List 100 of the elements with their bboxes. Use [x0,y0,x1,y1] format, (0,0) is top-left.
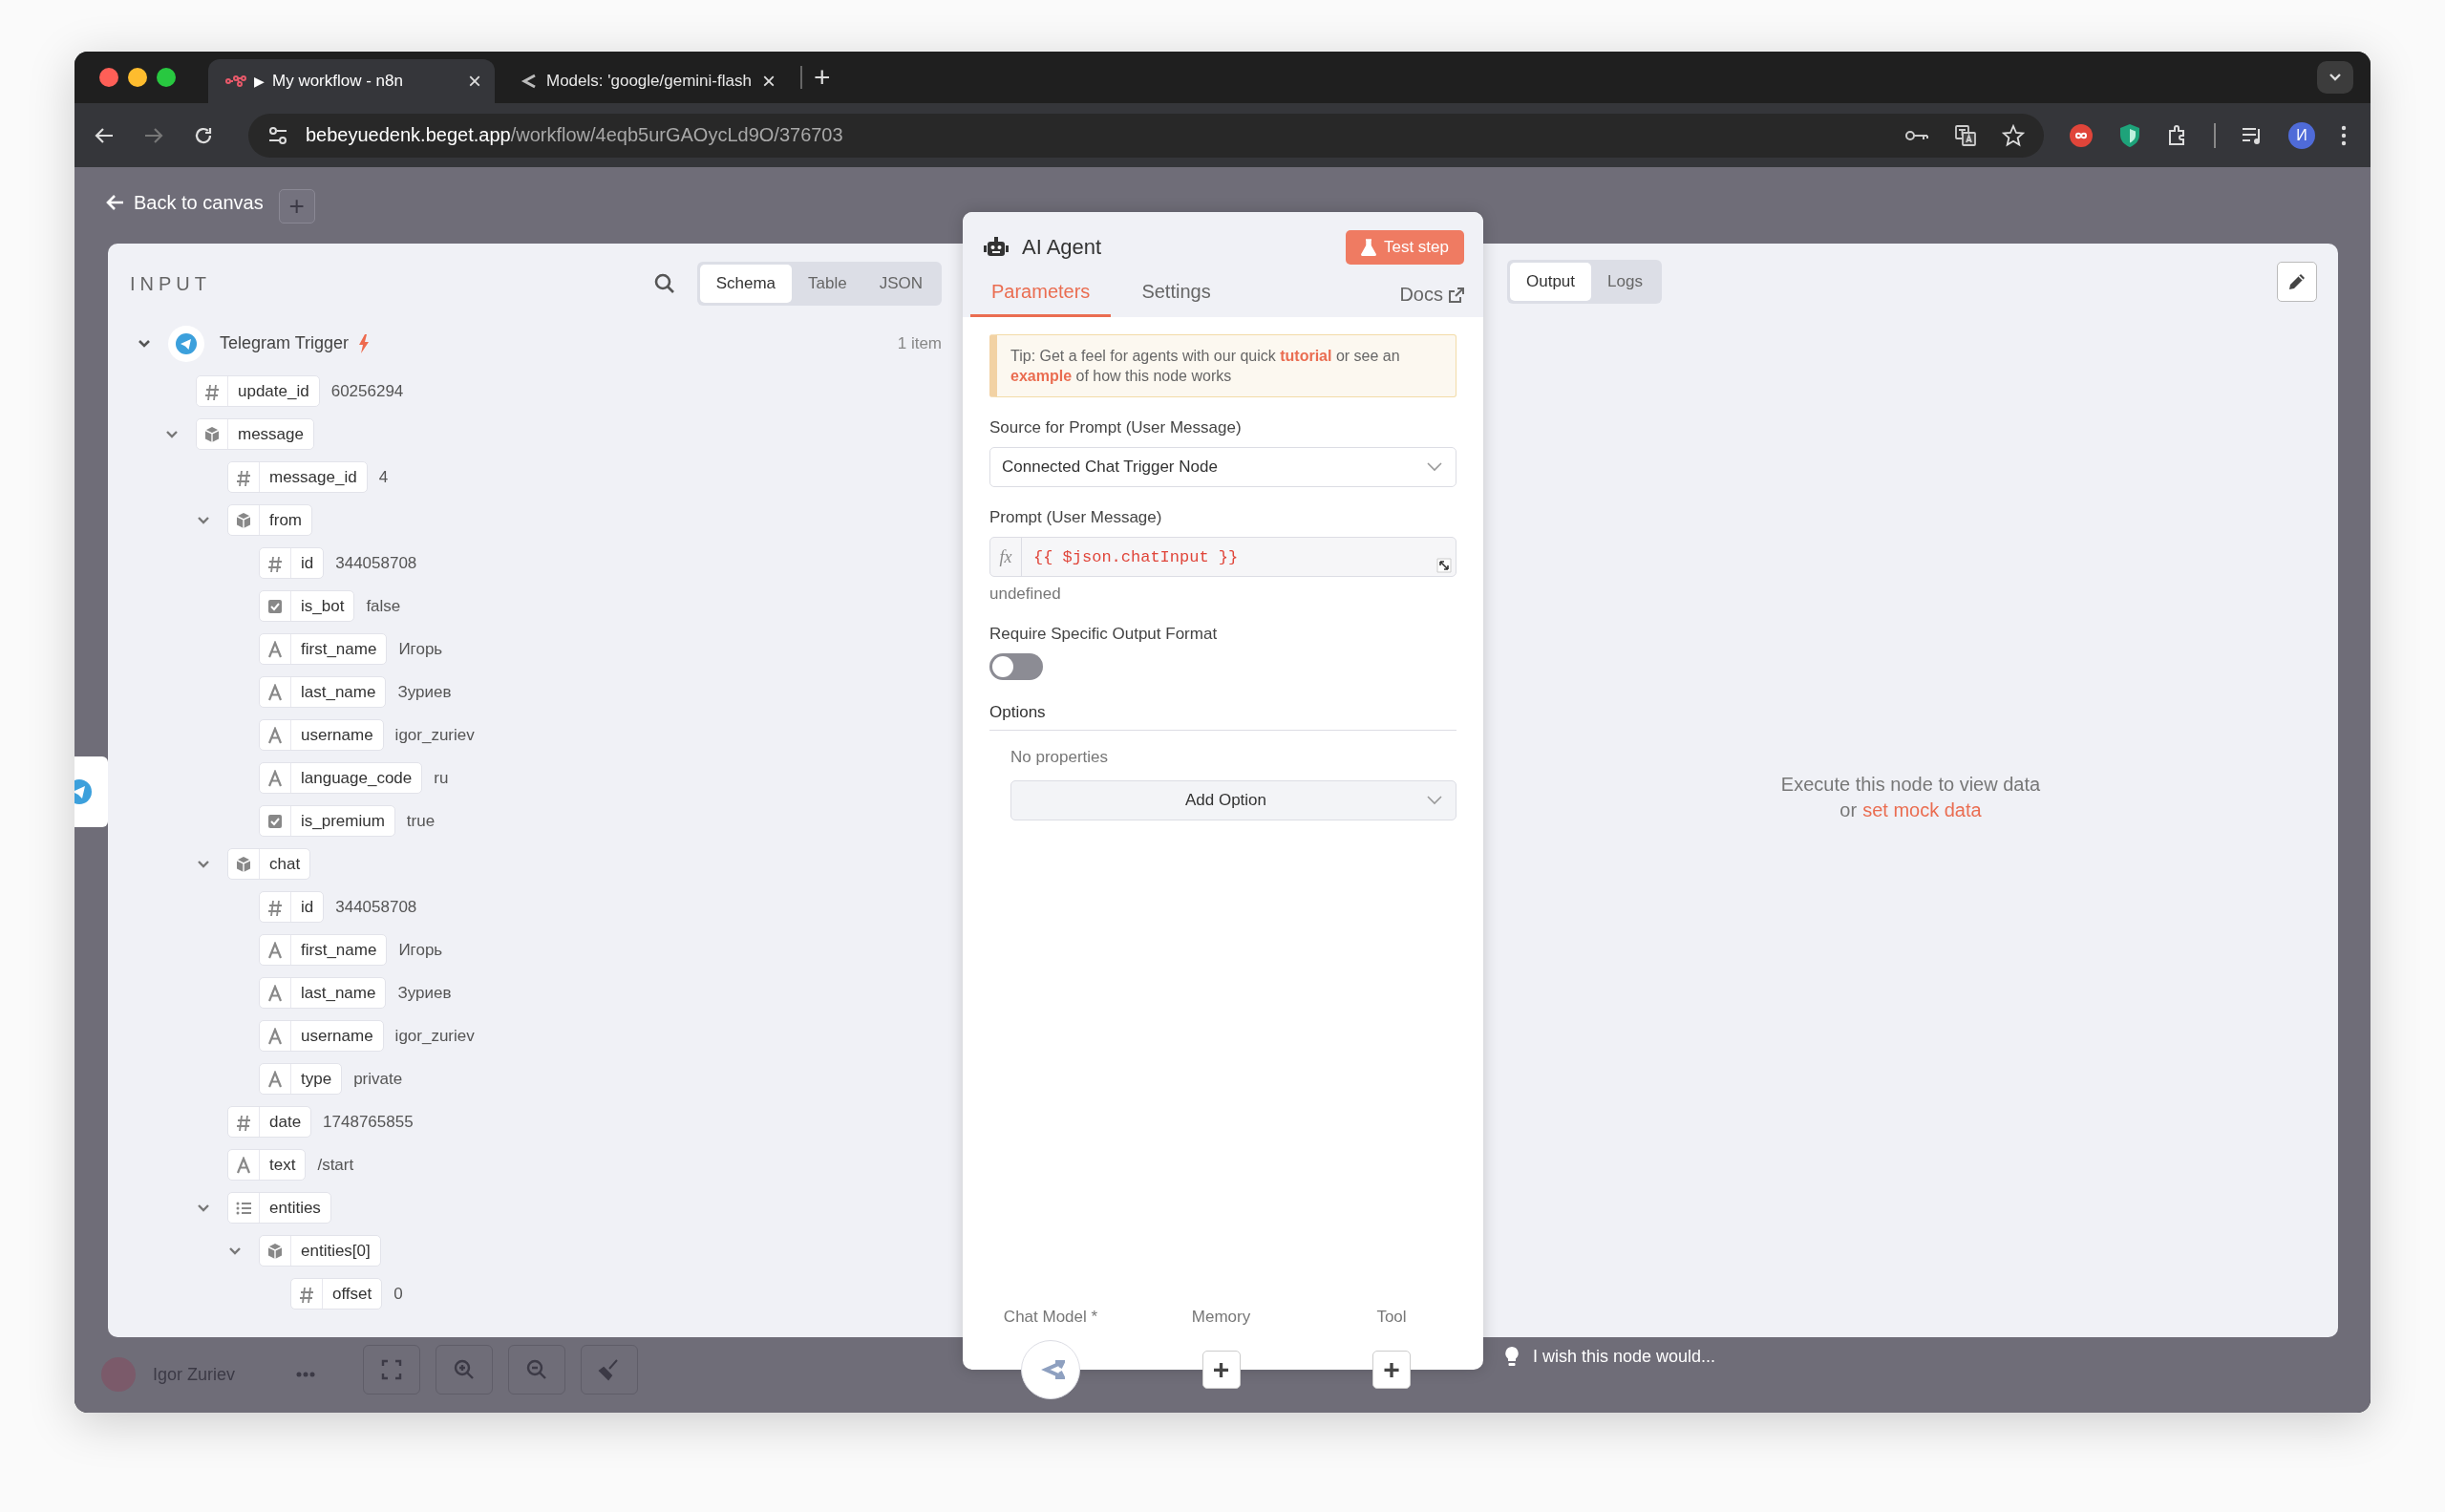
schema-key[interactable]: date [227,1106,312,1138]
key-name: last_name [300,682,377,702]
browser-tab[interactable]: Models: 'google/gemini-flash × [502,59,789,103]
browser-tab[interactable]: ▶ My workflow - n8n × [208,59,495,103]
schema-key[interactable]: id [259,891,325,923]
edit-button[interactable] [2277,262,2317,302]
cube-icon [204,425,220,443]
maximize-window-button[interactable] [157,68,176,87]
source-select[interactable]: Connected Chat Trigger Node [989,447,1456,487]
schema-key[interactable]: text [227,1149,307,1181]
field-value: igor_zuriev [394,725,475,745]
address-bar[interactable]: bebeyuedenk.beget.app/workflow/4eqb5urGAOycLd9O/376703 [248,113,2044,158]
schema-key[interactable]: message_id [227,461,368,493]
schema-key[interactable]: entities[0] [259,1235,381,1267]
hash-icon [267,554,283,572]
shield-icon[interactable] [2118,122,2141,148]
robot-icon [984,237,1009,258]
checkbox-icon [267,812,283,830]
expression-result: undefined [989,585,1062,604]
star-icon[interactable] [2002,123,2025,147]
schema-key[interactable]: language_code [259,762,423,794]
output-tab[interactable]: Logs [1591,263,1659,301]
field-value: /start [317,1155,354,1175]
schema-key[interactable]: from [227,504,312,536]
search-icon[interactable] [652,272,676,295]
zoom-in-icon [453,1358,476,1381]
site-settings-icon [267,125,288,145]
field-value: 0 [393,1284,403,1304]
forward-arrow-icon[interactable] [143,125,164,145]
schema-key[interactable]: last_name [259,977,387,1009]
hash-icon [204,382,220,400]
paper-plane-icon [176,332,197,354]
schema-key[interactable]: chat [227,848,311,880]
docs-link[interactable]: Docs [1399,284,1464,317]
zoom-out-icon [525,1358,548,1381]
back-arrow-icon [106,194,125,211]
broom-icon [598,1358,621,1381]
workflow-node[interactable] [74,756,108,827]
field-value: igor_zuriev [394,1026,475,1046]
chevron-down-icon [1427,462,1442,472]
connector-label: Chat Model * [1003,1308,1098,1327]
output-format-toggle[interactable] [989,653,1043,680]
key-name: username [300,1026,374,1046]
menu-icon[interactable] [2340,123,2348,147]
connector-label: Memory [1191,1308,1251,1327]
add-connection-button[interactable]: + [1372,1351,1411,1389]
feedback-input[interactable]: I wish this node would... [1504,1346,1716,1367]
tab-close-button[interactable]: × [468,70,481,93]
or-text: or [1839,799,1858,822]
key-name: is_bot [300,596,346,616]
new-tab-button[interactable]: + [814,63,831,92]
schema-key[interactable]: id [259,547,325,579]
translate-icon[interactable] [1954,123,1977,147]
pencil-icon [2287,272,2307,291]
add-option-select[interactable]: Add Option [1010,780,1456,820]
tab-close-button[interactable]: × [762,70,776,93]
view-tab[interactable]: JSON [862,265,939,303]
field-label: Prompt (User Message) [989,508,1163,527]
node-name: Telegram Trigger [220,333,350,353]
view-tab[interactable]: Schema [699,265,792,303]
add-connection-button[interactable]: + [1201,1351,1241,1389]
empty-options-text: No properties [1010,748,1110,767]
schema-key[interactable]: last_name [259,676,387,708]
letter-a-icon [267,769,283,787]
key-name: text [268,1155,297,1175]
schema-key[interactable]: update_id [196,375,320,407]
key-name: language_code [300,768,414,788]
profile-avatar[interactable]: И [2288,121,2315,149]
schema-key[interactable]: first_name [259,934,388,966]
corners-icon [380,1358,403,1381]
back-arrow-icon[interactable] [94,125,115,145]
field-label: Source for Prompt (User Message) [989,418,1243,437]
schema-key[interactable]: username [259,719,384,751]
schema-key[interactable]: entities [227,1192,331,1224]
output-tab[interactable]: Output [1510,263,1592,301]
schema-key[interactable]: first_name [259,633,388,665]
key-name: entities[0] [300,1241,372,1261]
empty-state-text: Execute this node to view data [1779,773,2042,797]
schema-key[interactable]: is_bot [259,590,355,622]
schema-key[interactable]: username [259,1020,384,1052]
key-name: type [300,1069,333,1089]
settings-tab[interactable]: Settings [1120,281,1232,317]
schema-key[interactable]: offset [290,1278,383,1310]
close-window-button[interactable] [99,68,118,87]
field-value: 1748765855 [323,1112,414,1132]
view-tab[interactable]: Table [792,265,863,303]
schema-key[interactable]: type [259,1063,343,1095]
chevron-down-icon [1427,796,1442,805]
key-name: message [237,424,305,444]
back-to-canvas-link[interactable]: Back to canvas [106,191,264,214]
schema-key[interactable]: is_premium [259,805,395,837]
infinity-icon[interactable] [2069,122,2094,148]
tab-search-button[interactable] [2317,61,2353,94]
field-value: Игорь [398,940,443,960]
lightbulb-icon [1504,1346,1520,1367]
schema-key[interactable]: message [196,418,314,450]
field-value: private [353,1069,403,1089]
key-name: chat [268,854,302,874]
minimize-window-button[interactable] [128,68,147,87]
connector-label: Tool [1376,1308,1407,1327]
